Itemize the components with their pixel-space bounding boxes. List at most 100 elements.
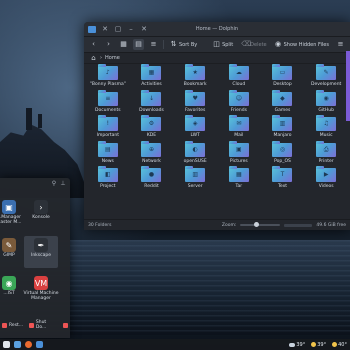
folder-label: Development: [311, 82, 342, 87]
folder-label: Manjaro: [273, 133, 292, 138]
folder-glyph-icon: ↓: [148, 94, 154, 102]
folder-glyph-icon: ▶: [323, 171, 329, 178]
taskbar: 39° 39° 40°: [0, 339, 350, 350]
folder-item[interactable]: ◧ Project: [86, 166, 130, 192]
launcher-app[interactable]: ✎ GIMP: [0, 236, 18, 268]
folder-item[interactable]: ✉ Mail: [217, 115, 261, 141]
folder-icon: ▦: [141, 64, 162, 80]
folder-label: Network: [142, 158, 161, 164]
folder-glyph-icon: ▦: [235, 171, 242, 178]
folder-item[interactable]: ▦ Tar: [217, 166, 261, 192]
folder-item[interactable]: ▭ Desktop: [261, 64, 305, 90]
folder-glyph-icon: ▣: [235, 145, 242, 153]
zoom-slider[interactable]: [240, 222, 281, 227]
power-action[interactable]: [63, 320, 70, 330]
sort-button[interactable]: ⇅ Sort By: [168, 39, 199, 50]
folder-item[interactable]: ♥ Favorites: [173, 89, 217, 116]
power-action[interactable]: Rest...: [2, 320, 23, 330]
folder-label: Cloud: [232, 82, 246, 87]
folder-label: Pop_OS: [274, 158, 291, 164]
weather-item[interactable]: 40°: [332, 342, 347, 348]
folder-item[interactable]: ▥ Manjaro: [261, 115, 305, 141]
app-icon[interactable]: [14, 341, 21, 348]
folder-item[interactable]: ☁ Cloud: [217, 64, 261, 90]
folder-label: Favorites: [185, 107, 206, 113]
power-action[interactable]: Shut Do...: [29, 320, 57, 330]
delete-button[interactable]: ⌫ Delete: [239, 39, 268, 50]
trash-icon: ⌫: [241, 40, 252, 48]
folder-icon: ⚙: [141, 115, 162, 131]
icons-view-icon: ▦: [120, 40, 127, 48]
folder-item[interactable]: ▶ Videos: [304, 166, 348, 192]
folder-item[interactable]: ▣ Pictures: [217, 140, 261, 167]
folder-item[interactable]: ▥ Server: [173, 166, 217, 192]
filter-icon[interactable]: ⚲: [51, 181, 57, 187]
folder-item[interactable]: ↓ Downloads: [130, 89, 174, 116]
folder-icon: ↓: [141, 89, 162, 106]
home-icon[interactable]: ⌂: [90, 54, 97, 62]
folder-item[interactable]: ⎙ Printer: [304, 140, 348, 167]
folder-icon: ▶: [316, 166, 337, 182]
folder-item[interactable]: ◉ GitHub: [304, 89, 348, 116]
window-titlebar[interactable]: ✕ ▢ – ✕ Home — Dolphin: [84, 22, 350, 37]
firefox-icon[interactable]: [25, 341, 32, 348]
launcher-app[interactable]: ▣...Manager Master M...: [0, 198, 22, 230]
sun-icon: [311, 342, 317, 347]
power-action-label: Shut Do...: [35, 320, 47, 330]
power-icon: [63, 322, 68, 328]
launcher-app[interactable]: VM Virtual Machine Manager: [24, 274, 59, 306]
dolphin-task-icon[interactable]: [36, 341, 43, 348]
weather-item[interactable]: 39°: [311, 342, 326, 348]
folder-glyph-icon: ◉: [323, 94, 329, 102]
folder-item[interactable]: ! Important: [86, 115, 130, 141]
folder-glyph-icon: ▦: [148, 69, 155, 76]
zoom-handle[interactable]: [254, 222, 260, 227]
launcher-app[interactable]: › Konsole: [24, 198, 58, 230]
back-button[interactable]: ‹: [88, 39, 99, 50]
app-label: ...IST: [3, 291, 15, 296]
folder-item[interactable]: ◈ LWT: [173, 115, 217, 141]
folder-item[interactable]: ♪ "Bonny Plasma": [86, 64, 130, 90]
toolbar: ‹ › ▦ ▤ ≡ ⇅ Sort By ◫ Split ⌫ Delete ◉ Show …: [84, 37, 350, 53]
folder-item[interactable]: ◐ openSUSE: [173, 140, 217, 167]
breadcrumb-home[interactable]: Home: [105, 55, 120, 61]
hamburger-icon: ≡: [337, 40, 344, 48]
folder-label: Documents: [94, 107, 121, 113]
folder-icon: ♥: [185, 89, 206, 106]
weather-item[interactable]: 39°: [289, 342, 305, 348]
view-icons-button[interactable]: ▦: [118, 39, 129, 50]
folder-item[interactable]: ✎ Development: [304, 64, 348, 90]
launcher-app[interactable]: ✒ Inkscape: [24, 236, 58, 268]
folder-item[interactable]: T Text: [261, 166, 305, 192]
folder-glyph-icon: ▥: [192, 171, 198, 178]
folder-item[interactable]: ● Reddit: [130, 166, 174, 192]
pin-icon[interactable]: ⊥: [60, 181, 66, 187]
folder-item[interactable]: ◎ Pop_OS: [261, 140, 305, 167]
folder-label: Text: [277, 184, 288, 189]
folder-label: "Bonny Plasma": [89, 82, 126, 87]
folder-item[interactable]: ☺ Friends: [217, 89, 261, 116]
folder-label: Reddit: [144, 184, 159, 189]
forward-button[interactable]: ›: [103, 39, 114, 50]
folder-item[interactable]: ♫ Music: [304, 115, 348, 141]
split-button[interactable]: ◫ Split: [211, 39, 235, 50]
power-icon: [2, 322, 7, 328]
folder-item[interactable]: ▦ Activities: [130, 64, 174, 90]
folder-count: 30 Folders: [88, 222, 112, 228]
launcher-app[interactable]: ◉ ...IST: [0, 274, 18, 306]
menu-button[interactable]: ≡: [335, 39, 346, 50]
folder-glyph-icon: !: [106, 120, 110, 127]
launcher-icon[interactable]: [3, 341, 10, 348]
folder-item[interactable]: ⚙ KDE: [130, 115, 174, 141]
temp-3: 40°: [338, 341, 347, 348]
view-details-button[interactable]: ≡: [148, 39, 159, 50]
folder-glyph-icon: ✉: [236, 120, 242, 127]
folder-item[interactable]: ⊕ Network: [130, 140, 174, 167]
folder-item[interactable]: ★ Bookmark: [173, 64, 217, 90]
folder-glyph-icon: ◐: [192, 145, 198, 153]
view-compact-button[interactable]: ▤: [133, 39, 144, 50]
hidden-files-button[interactable]: ◉ Show Hidden Files: [273, 39, 331, 50]
folder-item[interactable]: ◆ Games: [261, 89, 305, 116]
folder-item[interactable]: ▤ News: [86, 140, 130, 167]
folder-item[interactable]: ≡ Documents: [86, 89, 130, 116]
